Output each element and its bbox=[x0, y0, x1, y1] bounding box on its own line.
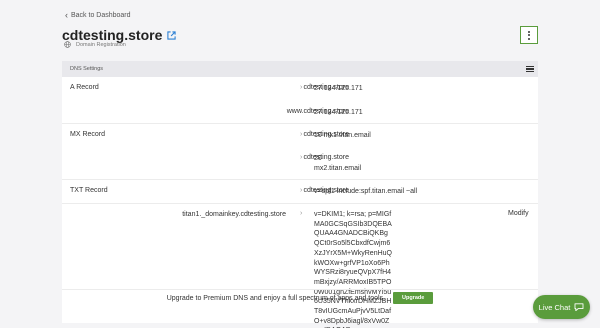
chevron-right-icon: › bbox=[300, 108, 303, 115]
chat-bubble-icon bbox=[574, 303, 584, 311]
chevron-left-icon: ‹ bbox=[65, 10, 68, 20]
live-chat-button[interactable]: Live Chat bbox=[533, 295, 590, 319]
back-to-dashboard-link[interactable]: ‹ Back to Dashboard bbox=[65, 11, 131, 20]
dns-settings-title: DNS Settings bbox=[70, 66, 104, 72]
divider bbox=[62, 179, 538, 180]
record-value: 27.124.125.171 bbox=[314, 85, 363, 92]
kebab-dot bbox=[528, 30, 530, 33]
mx-host: mx2.titan.email bbox=[314, 165, 362, 172]
kebab-dot bbox=[528, 37, 530, 40]
globe-icon bbox=[64, 41, 71, 48]
record-value: v=DKIM1; k=rsa; p=MIGfMA0GCSqGSIb3DQEBAQ… bbox=[314, 211, 392, 328]
record-value: v=spf1 include:spf.titan.email ~all bbox=[314, 188, 418, 195]
dns-settings-panel: DNS Settings A Record cdtesting.store › … bbox=[62, 61, 538, 328]
dns-settings-header: DNS Settings bbox=[62, 61, 538, 77]
divider bbox=[62, 203, 538, 204]
domain-subtitle: Domain Registration bbox=[76, 41, 126, 48]
record-host: titan1._domainkey.cdtesting.store bbox=[182, 211, 286, 218]
record-value: 20 mx2.titan.email bbox=[314, 154, 361, 174]
chevron-right-icon: › bbox=[300, 131, 303, 138]
upgrade-bar: Upgrade to Premium DNS and enjoy a full … bbox=[62, 292, 538, 304]
record-type: A Record bbox=[70, 84, 99, 91]
chevron-right-icon: › bbox=[300, 154, 303, 161]
divider bbox=[62, 289, 538, 290]
record-type: MX Record bbox=[70, 131, 106, 138]
chevron-right-icon: › bbox=[300, 187, 303, 194]
upgrade-text: Upgrade to Premium DNS and enjoy a full … bbox=[166, 294, 385, 302]
chevron-right-icon: › bbox=[300, 210, 303, 217]
upgrade-button[interactable]: Upgrade bbox=[392, 292, 434, 304]
modify-link[interactable]: Modify bbox=[508, 210, 529, 217]
record-value: 27.124.125.171 bbox=[314, 109, 363, 116]
kebab-menu-button[interactable] bbox=[520, 26, 538, 44]
kebab-dot bbox=[528, 34, 530, 36]
mx-priority: 20 bbox=[314, 155, 322, 162]
back-label: Back to Dashboard bbox=[71, 12, 131, 19]
record-type: TXT Record bbox=[70, 187, 108, 194]
domain-subtitle-row: Domain Registration bbox=[64, 41, 126, 48]
record-value: 10 mx1.titan.email bbox=[314, 132, 371, 139]
external-link-icon[interactable] bbox=[167, 30, 176, 40]
live-chat-label: Live Chat bbox=[538, 302, 571, 312]
hamburger-menu-icon[interactable] bbox=[526, 65, 534, 73]
divider bbox=[62, 123, 538, 124]
chevron-right-icon: › bbox=[300, 84, 303, 91]
